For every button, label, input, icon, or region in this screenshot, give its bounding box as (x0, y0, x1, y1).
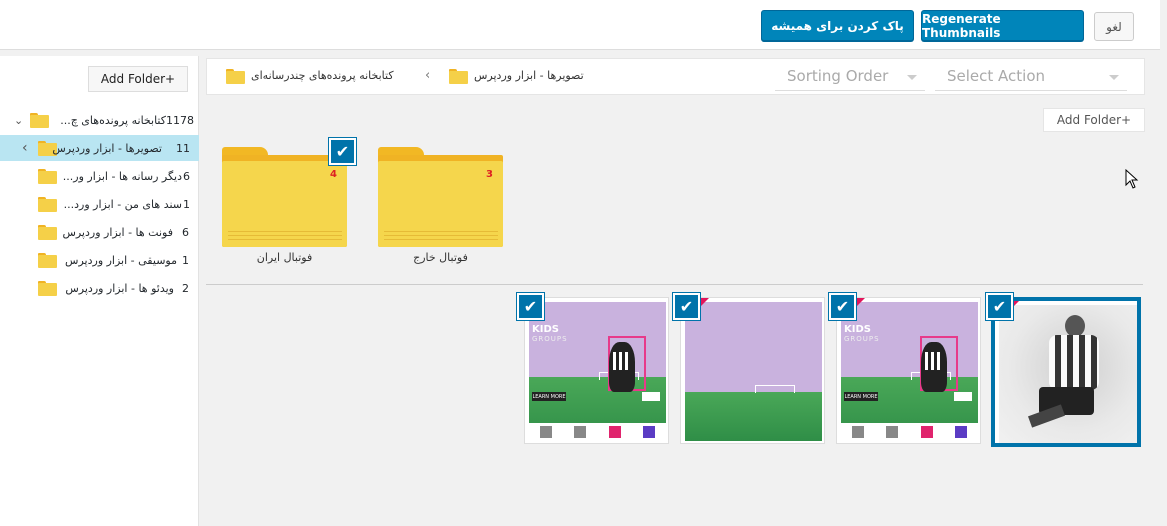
folder-count: 3 (486, 169, 493, 180)
sidebar-add-folder-button[interactable]: Add Folder+ (88, 66, 188, 92)
top-bar: لغو Regenerate Thumbnails پاک کردن برای … (0, 0, 1160, 50)
breadcrumb-separator: ‹ (425, 68, 431, 83)
select-action-placeholder: Select Action (947, 67, 1046, 85)
folder-sidebar: Add Folder+ ⌄ کتابخانه پرونده‌های چ... 1… (0, 56, 199, 526)
tree-item-label: ویدئو ها - ابزار وردپرس (65, 281, 174, 295)
tree-item-count: 1 (182, 253, 189, 267)
tree-item-fonts[interactable]: فونت ها - ابزار وردپرس 6 (0, 219, 199, 245)
tree-item-label: موسیقی - ابزار وردپرس (65, 253, 177, 267)
chevron-down-icon (907, 75, 917, 80)
thumbnail-subheading: GROUPS (532, 335, 568, 343)
tree-item-count: 2 (182, 281, 189, 295)
add-folder-button[interactable]: Add Folder+ (1043, 108, 1145, 132)
folder-name: فوتبال ایران (256, 251, 313, 264)
chevron-down-icon[interactable]: ⌄ (14, 114, 23, 127)
thumbnail-button-text: LEARN MORE (532, 392, 566, 401)
thumbnail-subheading: GROUPS (844, 335, 880, 343)
folder-checkbox[interactable]: ✔ (328, 137, 357, 166)
folder-icon (38, 252, 57, 268)
folder-icon (38, 224, 57, 240)
regenerate-thumbnails-button[interactable]: Regenerate Thumbnails (921, 10, 1084, 41)
folder-icon (38, 168, 57, 184)
tree-item-documents[interactable]: سند های من - ابزار ورد... 1 (0, 191, 199, 217)
thumbnail-button-text: LEARN MORE (844, 392, 878, 401)
folder-tile[interactable]: 4 فوتبال ایران (222, 147, 349, 269)
chevron-down-icon (1109, 75, 1119, 80)
breadcrumb-toolbar: کتابخانه پرونده‌های چندرسانه‌ای ‹ تصویره… (206, 58, 1145, 95)
select-action-select[interactable]: Select Action (935, 62, 1127, 91)
sorting-order-select[interactable]: Sorting Order (775, 62, 925, 91)
tree-item-label: دیگر رسانه ها - ابزار ور... (62, 169, 182, 183)
tree-item-label: فونت ها - ابزار وردپرس (62, 225, 173, 239)
sorting-order-placeholder: Sorting Order (787, 67, 889, 85)
tree-item-images[interactable]: ‹ تصویرها - ابزار وردپرس 11 (0, 135, 199, 161)
scrollbar[interactable] (1160, 0, 1167, 526)
media-thumbnail-selected[interactable] (991, 297, 1141, 447)
media-thumbnail[interactable]: KIDS GROUPS LEARN MORE (524, 297, 669, 444)
delete-forever-button[interactable]: پاک کردن برای همیشه (761, 10, 914, 41)
media-thumbnail[interactable] (680, 297, 825, 444)
tree-item-count: 1 (183, 197, 190, 211)
folder-tile[interactable]: 3 فوتبال خارج (378, 147, 505, 269)
thumbnail-checkbox[interactable]: ✔ (985, 292, 1014, 321)
folder-name: فوتبال خارج (413, 251, 468, 264)
tree-item-music[interactable]: موسیقی - ابزار وردپرس 1 (0, 247, 199, 273)
folder-count: 4 (330, 169, 337, 180)
tree-item-count: 11 (176, 141, 190, 155)
tree-item-other-media[interactable]: دیگر رسانه ها - ابزار ور... 6 (0, 163, 199, 189)
breadcrumb-root[interactable]: کتابخانه پرونده‌های چندرسانه‌ای (251, 69, 394, 82)
tree-root-item[interactable]: ⌄ کتابخانه پرونده‌های چ... 1178 (0, 107, 199, 133)
folder-icon (38, 196, 57, 212)
breadcrumb-current[interactable]: تصویرها - ابزار وردپرس (474, 69, 584, 82)
tree-item-videos[interactable]: ویدئو ها - ابزار وردپرس 2 (0, 275, 199, 301)
media-thumbnail[interactable]: KIDS GROUPS LEARN MORE (836, 297, 981, 444)
thumbnail-heading: KIDS (532, 324, 559, 335)
mouse-cursor-icon (1125, 169, 1139, 189)
tree-item-count: 1178 (166, 113, 194, 127)
divider (206, 284, 1143, 285)
tree-item-label: سند های من - ابزار ورد... (63, 197, 182, 211)
thumbnail-heading: KIDS (844, 324, 871, 335)
folder-icon (449, 69, 468, 84)
cancel-button[interactable]: لغو (1094, 12, 1134, 41)
tree-item-label: تصویرها - ابزار وردپرس (52, 141, 162, 155)
thumbnail-checkbox[interactable]: ✔ (516, 292, 545, 321)
folder-icon (30, 112, 49, 128)
tree-item-count: 6 (182, 225, 189, 239)
chevron-left-icon[interactable]: ‹ (22, 140, 28, 156)
folder-icon (226, 69, 245, 84)
tree-item-label: کتابخانه پرونده‌های چ... (60, 113, 166, 127)
thumbnail-checkbox[interactable]: ✔ (672, 292, 701, 321)
tree-item-count: 6 (183, 169, 190, 183)
folder-icon (38, 280, 57, 296)
thumbnail-checkbox[interactable]: ✔ (828, 292, 857, 321)
